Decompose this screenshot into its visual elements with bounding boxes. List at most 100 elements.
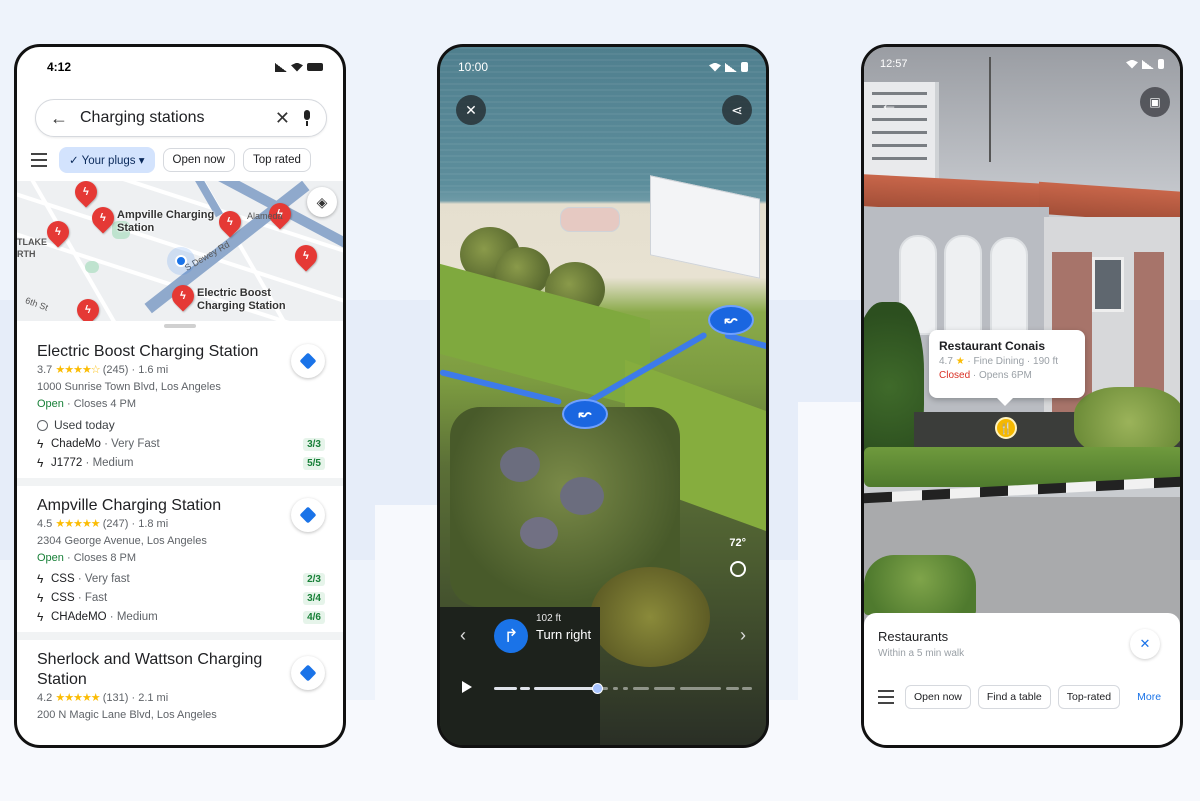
- scrubber-segment: [494, 687, 518, 690]
- place-hours: Closed · Opens 6PM: [939, 370, 1032, 381]
- turn-instruction: Turn right: [536, 627, 592, 642]
- charging-pin[interactable]: ϟ: [290, 240, 322, 272]
- open-status: Open: [37, 552, 64, 564]
- chip-open-now[interactable]: Open now: [162, 148, 235, 172]
- chip-open-now[interactable]: Open now: [905, 685, 971, 709]
- directions-button[interactable]: [291, 656, 325, 690]
- plug-availability: 4/6: [303, 610, 325, 624]
- directions-icon: [299, 664, 317, 682]
- scrubber-segment: [533, 687, 598, 690]
- map-street-label: TLAKE: [17, 237, 47, 247]
- play-icon[interactable]: [462, 681, 472, 693]
- plug-row: ϟ CSS · Fast 3/4: [37, 591, 325, 605]
- charging-pin[interactable]: ϟ: [70, 181, 102, 208]
- directions-button[interactable]: [291, 498, 325, 532]
- chip-find-a-table[interactable]: Find a table: [977, 685, 1051, 709]
- rating-value: 4.2: [37, 692, 53, 704]
- arrow-left-icon[interactable]: ←: [874, 89, 904, 119]
- result-card[interactable]: Sherlock and Wattson Charging Station 4.…: [17, 640, 343, 732]
- wifi-icon: [1126, 59, 1138, 69]
- review-count: (131): [102, 692, 129, 704]
- closed-status: Closed: [939, 370, 971, 381]
- scene-shrub: [520, 517, 558, 549]
- result-card[interactable]: Ampville Charging Station 4.5 ★★★★★ (247…: [17, 486, 343, 640]
- search-bar[interactable]: ← Charging stations ✕: [35, 99, 327, 137]
- phone-immersive-view: ↜ ↜ 10:00 ✕ ⋖ 72° ‹ › ↱ 102 ft Turn righ…: [437, 44, 769, 748]
- scrubber-segment: [519, 687, 531, 690]
- bolt-icon: ϟ: [37, 591, 44, 605]
- place-card[interactable]: Restaurant Conais 4.7 ★ · Fine Dining · …: [929, 330, 1085, 406]
- previous-step-icon[interactable]: ‹: [460, 625, 466, 646]
- signal-icon: [725, 62, 737, 72]
- sheet-chips: Open now Find a table Top-rated More: [878, 685, 1161, 709]
- chip-top-rated[interactable]: Top-rated: [1057, 685, 1121, 709]
- layers-icon[interactable]: ◈: [307, 187, 337, 217]
- turn-distance: 102 ft: [536, 613, 562, 624]
- route-scrubber[interactable]: [494, 683, 752, 694]
- plug-row: ϟ CHAdeMO · Medium 4/6: [37, 610, 325, 624]
- scene-shrub: [590, 567, 710, 667]
- plug-availability: 2/3: [303, 572, 325, 586]
- close-icon[interactable]: ✕: [456, 95, 486, 125]
- aerial-scene[interactable]: ↜ ↜: [440, 47, 766, 745]
- map-street-label: RTH: [17, 249, 36, 259]
- rating-value: 3.7: [37, 364, 53, 376]
- wifi-icon: [291, 62, 303, 72]
- scrubber-segment: [653, 687, 675, 690]
- bottom-sheet: Restaurants Within a 5 min walk ✕ Open n…: [864, 613, 1180, 745]
- sheet-title: Restaurants: [878, 629, 949, 644]
- map-view[interactable]: ϟ ϟ ϟ ϟ ϟ ϟ ϟ ϟ Ampville Charging Statio…: [17, 181, 343, 321]
- directions-button[interactable]: [291, 344, 325, 378]
- rating-value: 4.5: [37, 518, 53, 530]
- map-label-electric-boost: Electric Boost Charging Station: [197, 287, 286, 312]
- result-name[interactable]: Ampville Charging Station: [37, 496, 325, 516]
- bolt-icon: ϟ: [37, 572, 44, 586]
- sheet-handle[interactable]: [164, 324, 196, 328]
- result-rating-row: 3.7 ★★★★☆ (245) · 1.6 mi: [37, 364, 169, 376]
- more-link[interactable]: More: [1137, 691, 1161, 703]
- route-turn-marker[interactable]: ↜: [562, 399, 608, 429]
- filter-icon[interactable]: [878, 690, 894, 704]
- bolt-icon: ϟ: [37, 437, 44, 451]
- chip-top-rated[interactable]: Top rated: [242, 148, 311, 172]
- used-today: Used today: [37, 418, 325, 432]
- route-turn-marker[interactable]: ↜: [708, 305, 754, 335]
- search-input[interactable]: Charging stations: [80, 109, 263, 127]
- result-rating-row: 4.5 ★★★★★ (247) · 1.8 mi: [37, 518, 169, 530]
- scene-window: [1092, 257, 1124, 312]
- chip-your-plugs[interactable]: ✓ Your plugs ▾: [59, 147, 155, 173]
- star-icon: ★: [955, 356, 965, 367]
- battery-icon: [1158, 59, 1164, 69]
- next-step-icon[interactable]: ›: [740, 625, 746, 646]
- status-time: 10:00: [458, 60, 489, 74]
- close-icon[interactable]: ✕: [275, 108, 290, 129]
- sheet-subtitle: Within a 5 min walk: [878, 648, 965, 659]
- place-meta: 4.7 ★ · Fine Dining · 190 ft: [939, 356, 1059, 367]
- battery-icon: [741, 62, 748, 72]
- arrow-left-icon[interactable]: ←: [50, 108, 68, 129]
- distance: 1.6 mi: [138, 364, 169, 376]
- scrubber-segment: [623, 687, 629, 690]
- result-name[interactable]: Sherlock and Wattson Charging Station: [37, 650, 325, 690]
- time-of-day-icon[interactable]: [730, 561, 746, 577]
- map-street-label: 6th St: [23, 295, 50, 313]
- mic-icon[interactable]: [302, 110, 312, 126]
- temperature: 72°: [729, 537, 746, 549]
- feedback-icon[interactable]: ▣: [1140, 87, 1170, 117]
- my-location-dot: [175, 255, 187, 267]
- scrubber-segment: [633, 687, 649, 690]
- directions-icon: [299, 352, 317, 370]
- signal-icon: [1142, 59, 1154, 69]
- distance: 1.8 mi: [138, 518, 169, 530]
- filter-icon[interactable]: [31, 153, 47, 167]
- result-name[interactable]: Electric Boost Charging Station: [37, 342, 325, 362]
- close-icon[interactable]: ✕: [1130, 629, 1160, 659]
- open-status: Open: [37, 398, 64, 410]
- share-icon[interactable]: ⋖: [722, 95, 752, 125]
- result-card[interactable]: Electric Boost Charging Station 3.7 ★★★★…: [17, 332, 343, 486]
- restaurant-marker-icon[interactable]: 🍴: [995, 417, 1017, 439]
- phone-lens-view: 12:57 ← ▣ Restaurant Conais 4.7 ★ · Fine…: [861, 44, 1183, 748]
- plug-row: ϟ CSS · Very fast 2/3: [37, 572, 325, 586]
- scrubber-segment: [726, 687, 740, 690]
- place-name: Restaurant Conais: [939, 339, 1046, 353]
